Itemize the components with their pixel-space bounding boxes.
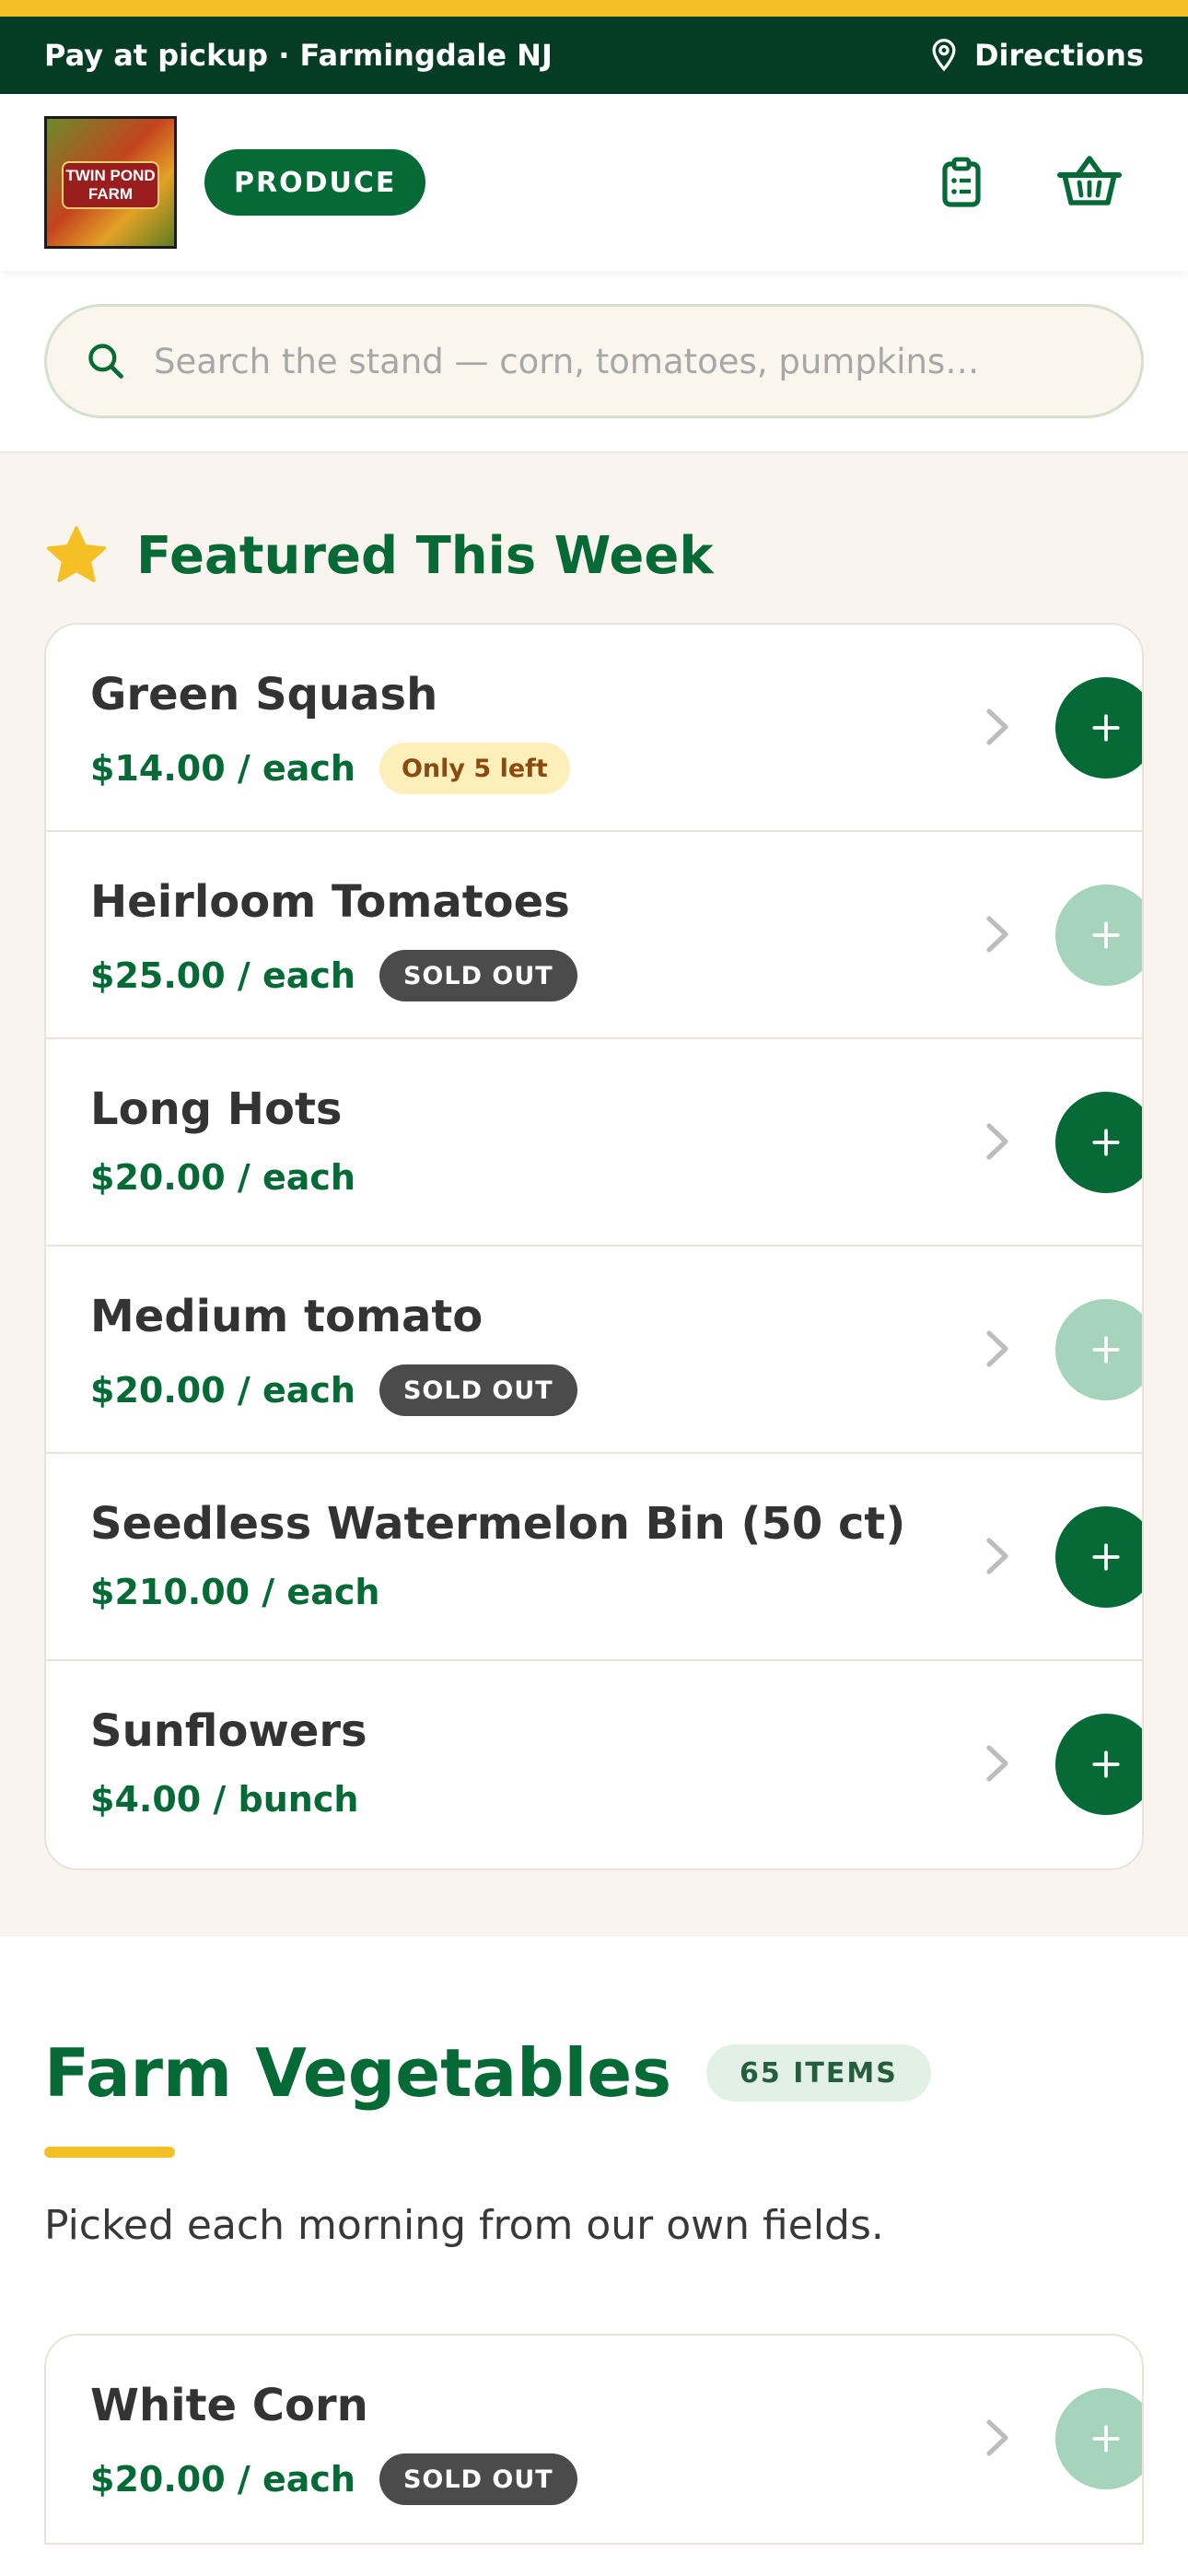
category-pill[interactable]: PRODUCE [204, 149, 426, 216]
sold-out-badge: SOLD OUT [379, 1364, 577, 1416]
section-subtitle: Picked each morning from our own fields. [44, 2202, 884, 2249]
chevron-right-icon [986, 1123, 1008, 1160]
search-section: Search the stand — corn, tomatoes, pumpk… [0, 271, 1188, 453]
sold-out-badge: SOLD OUT [379, 2453, 577, 2505]
basket-icon[interactable] [1057, 153, 1122, 208]
add-to-cart-button[interactable] [1055, 1299, 1142, 1400]
star-icon [46, 526, 107, 582]
product-row[interactable]: Green Squash $14.00 / each Only 5 left [46, 625, 1142, 832]
chevron-right-icon [986, 916, 1008, 953]
product-row[interactable]: Long Hots $20.00 / each [46, 1039, 1142, 1247]
product-name: Heirloom Tomatoes [90, 876, 570, 928]
plus-icon [1092, 714, 1120, 742]
chevron-right-icon [986, 2419, 1008, 2456]
plus-icon [1092, 2425, 1120, 2453]
plus-icon [1092, 1129, 1120, 1156]
app-header: TWIN POND FARM PRODUCE [0, 94, 1188, 271]
add-to-cart-button[interactable] [1055, 1506, 1142, 1608]
section-title: Farm Vegetables [44, 2034, 672, 2112]
add-to-cart-button[interactable] [1055, 1714, 1142, 1815]
low-stock-badge: Only 5 left [379, 743, 570, 794]
vegetables-section: Farm Vegetables 65 ITEMS Picked each mor… [0, 1937, 1188, 2545]
chevron-right-icon [986, 708, 1008, 745]
product-name: Seedless Watermelon Bin (50 ct) [90, 1498, 906, 1550]
title-underline [44, 2147, 175, 2158]
chevron-right-icon [986, 1330, 1008, 1367]
add-to-cart-button[interactable] [1055, 677, 1142, 779]
featured-title: Featured This Week [136, 525, 714, 586]
product-row[interactable]: Heirloom Tomatoes $25.00 / each SOLD OUT [46, 832, 1142, 1039]
product-price: $4.00 / bunch [90, 1779, 359, 1820]
product-name: White Corn [90, 2380, 368, 2431]
item-count-badge: 65 ITEMS [706, 2044, 931, 2102]
chevron-right-icon [986, 1745, 1008, 1782]
product-price: $20.00 / each [90, 1157, 355, 1198]
featured-section: Featured This Week Green Squash $14.00 /… [0, 453, 1188, 1937]
plus-icon [1092, 1751, 1120, 1778]
chevron-right-icon [986, 1538, 1008, 1575]
search-placeholder: Search the stand — corn, tomatoes, pumpk… [154, 341, 980, 381]
directions-link[interactable]: Directions [928, 38, 1144, 73]
product-row[interactable]: Medium tomato $20.00 / each SOLD OUT [46, 1247, 1142, 1454]
map-pin-icon [932, 39, 956, 72]
product-name: Long Hots [90, 1083, 343, 1135]
featured-header: Featured This Week [44, 525, 1144, 586]
featured-list: Green Squash $14.00 / each Only 5 left H… [44, 623, 1144, 1870]
plus-icon [1092, 1336, 1120, 1364]
farm-logo[interactable]: TWIN POND FARM [44, 116, 177, 249]
info-bar: Pay at pickup · Farmingdale NJ Direction… [0, 17, 1188, 94]
product-price: $210.00 / each [90, 1572, 380, 1612]
directions-label: Directions [973, 38, 1144, 73]
product-row[interactable]: Seedless Watermelon Bin (50 ct) $210.00 … [46, 1454, 1142, 1661]
logo-sign: TWIN POND FARM [62, 161, 159, 209]
clipboard-icon[interactable] [941, 157, 982, 208]
add-to-cart-button[interactable] [1055, 2388, 1142, 2489]
product-price: $25.00 / each [90, 955, 355, 996]
plus-icon [1092, 921, 1120, 949]
product-name: Green Squash [90, 669, 438, 720]
product-name: Sunflowers [90, 1705, 367, 1757]
add-to-cart-button[interactable] [1055, 1092, 1142, 1193]
vegetables-list: White Corn $20.00 / each SOLD OUT [44, 2334, 1144, 2545]
search-icon [88, 344, 123, 379]
product-price: $20.00 / each [90, 1370, 355, 1411]
product-price: $14.00 / each [90, 748, 355, 789]
sold-out-badge: SOLD OUT [379, 950, 577, 1001]
accent-stripe [0, 0, 1188, 17]
add-to-cart-button[interactable] [1055, 884, 1142, 986]
search-input[interactable]: Search the stand — corn, tomatoes, pumpk… [44, 304, 1144, 418]
product-price: $20.00 / each [90, 2459, 355, 2500]
product-row[interactable]: Sunflowers $4.00 / bunch [46, 1661, 1142, 1868]
plus-icon [1092, 1543, 1120, 1571]
product-name: Medium tomato [90, 1291, 483, 1342]
product-row[interactable]: White Corn $20.00 / each SOLD OUT [46, 2336, 1142, 2543]
pickup-message: Pay at pickup · Farmingdale NJ [44, 38, 553, 73]
